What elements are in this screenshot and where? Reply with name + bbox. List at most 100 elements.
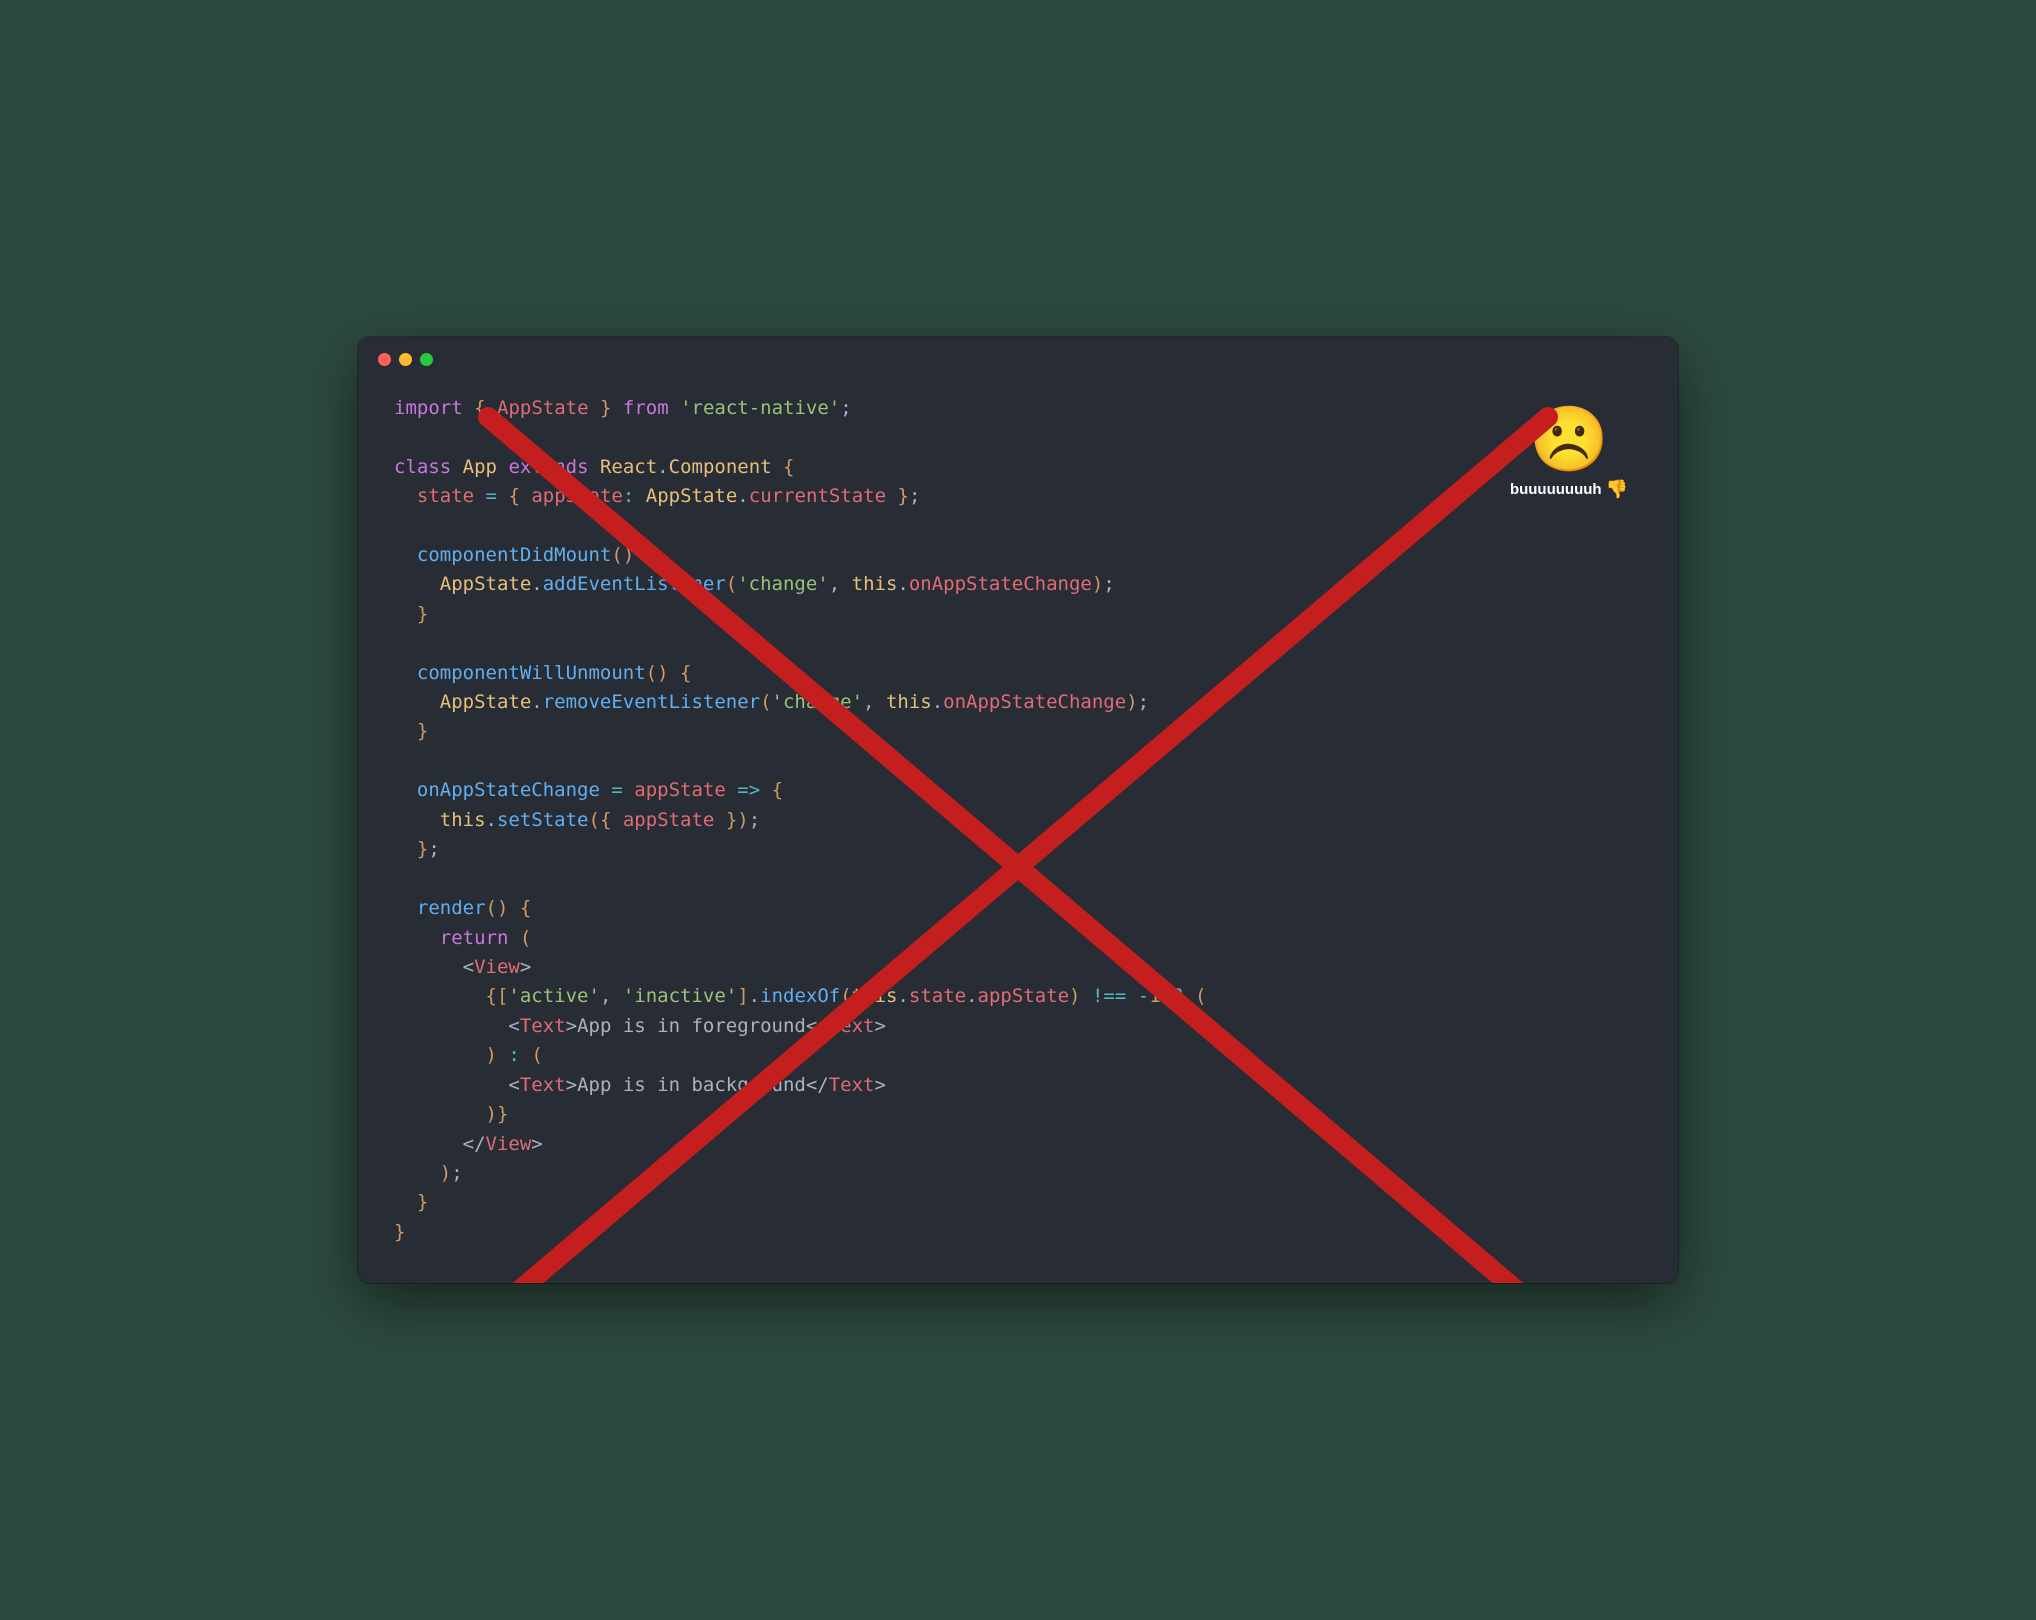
code-token: > [531, 1133, 542, 1155]
code-token: Text [520, 1015, 566, 1037]
code-token: ) [486, 1103, 497, 1125]
code-token: this [852, 985, 898, 1007]
code-token: ) [1069, 985, 1080, 1007]
code-token: ( [589, 809, 600, 831]
code-token: . [657, 456, 668, 478]
code-token: this [440, 809, 486, 831]
code-token [669, 662, 680, 684]
code-token: addEventListener [543, 573, 726, 595]
code-token [394, 1162, 440, 1184]
code-token: import [394, 397, 463, 419]
code-token: Text [520, 1074, 566, 1096]
code-token: > [566, 1015, 577, 1037]
code-token: . [897, 985, 908, 1007]
code-token: { [520, 897, 531, 919]
code-token: onAppStateChange [417, 779, 600, 801]
code-token: indexOf [760, 985, 840, 1007]
code-token: ( [646, 662, 657, 684]
code-token: setState [497, 809, 589, 831]
code-token: ( [611, 544, 622, 566]
code-token: removeEventListener [543, 691, 760, 713]
code-token: . [737, 485, 748, 507]
code-token: => [737, 779, 760, 801]
code-token: { [783, 456, 794, 478]
code-token: ; [909, 485, 920, 507]
code-token [394, 544, 417, 566]
code-token: appState [623, 809, 715, 831]
code-token: > [566, 1074, 577, 1096]
code-token: < [463, 956, 474, 978]
code-window: import { AppState } from 'react-native';… [358, 337, 1678, 1284]
code-token: : [508, 1044, 519, 1066]
code-token: [ [497, 985, 508, 1007]
code-token: state [909, 985, 966, 1007]
code-token [497, 1044, 508, 1066]
code-token: . [531, 573, 542, 595]
code-token: { [474, 397, 485, 419]
code-token [623, 779, 634, 801]
code-token [634, 544, 645, 566]
code-token [634, 485, 645, 507]
code-token: ( [1195, 985, 1206, 1007]
code-token [394, 1074, 508, 1096]
code-token [394, 691, 440, 713]
code-token [451, 456, 462, 478]
code-token: View [474, 956, 520, 978]
code-token: 'active' [508, 985, 600, 1007]
reaction-text: buuuuuuuuh [1510, 481, 1602, 498]
code-token [394, 485, 417, 507]
code-token: . [486, 809, 497, 831]
code-token [1161, 985, 1172, 1007]
code-token [600, 779, 611, 801]
window-titlebar [358, 337, 1678, 374]
code-token [394, 603, 417, 625]
code-token: } [497, 1103, 508, 1125]
minimize-icon[interactable] [399, 353, 412, 366]
reaction-badge: ☹️ buuuuuuuuh 👎 [1510, 407, 1628, 500]
thumbs-down-icon: 👎 [1606, 479, 1628, 500]
code-token: componentWillUnmount [417, 662, 646, 684]
code-token: < [508, 1074, 519, 1096]
code-token [394, 985, 486, 1007]
code-token [520, 1044, 531, 1066]
code-token: { [646, 544, 657, 566]
code-token: ; [1138, 691, 1149, 713]
code-token: , [600, 985, 623, 1007]
code-token: extends [508, 456, 588, 478]
code-token: ) [657, 662, 668, 684]
code-token: . [897, 573, 908, 595]
code-token: ; [840, 397, 851, 419]
code-token: ; [428, 838, 439, 860]
code-token: return [440, 927, 509, 949]
code-token: ) [1092, 573, 1103, 595]
code-token: ( [726, 573, 737, 595]
code-token [394, 573, 440, 595]
code-token: = [611, 779, 622, 801]
code-token: componentDidMount [417, 544, 611, 566]
code-token: ( [520, 927, 531, 949]
code-token: ? [1172, 985, 1183, 1007]
code-token [497, 456, 508, 478]
code-token [1081, 985, 1092, 1007]
code-token [394, 956, 463, 978]
code-token: AppState [440, 573, 532, 595]
code-token: AppState [497, 397, 589, 419]
reaction-label: buuuuuuuuh 👎 [1510, 479, 1628, 500]
code-token [394, 779, 417, 801]
code-token: onAppStateChange [909, 573, 1092, 595]
code-token: . [749, 985, 760, 1007]
code-token [772, 456, 783, 478]
code-token: : [623, 485, 634, 507]
close-icon[interactable] [378, 353, 391, 366]
code-token: } [417, 838, 428, 860]
code-token: ) [497, 897, 508, 919]
maximize-icon[interactable] [420, 353, 433, 366]
code-token [394, 1191, 417, 1213]
code-token [726, 779, 737, 801]
code-token [497, 485, 508, 507]
code-token: 'change' [737, 573, 829, 595]
code-token: } [417, 720, 428, 742]
code-token: onAppStateChange [943, 691, 1126, 713]
code-token: ) [440, 1162, 451, 1184]
code-token: appState [978, 985, 1070, 1007]
